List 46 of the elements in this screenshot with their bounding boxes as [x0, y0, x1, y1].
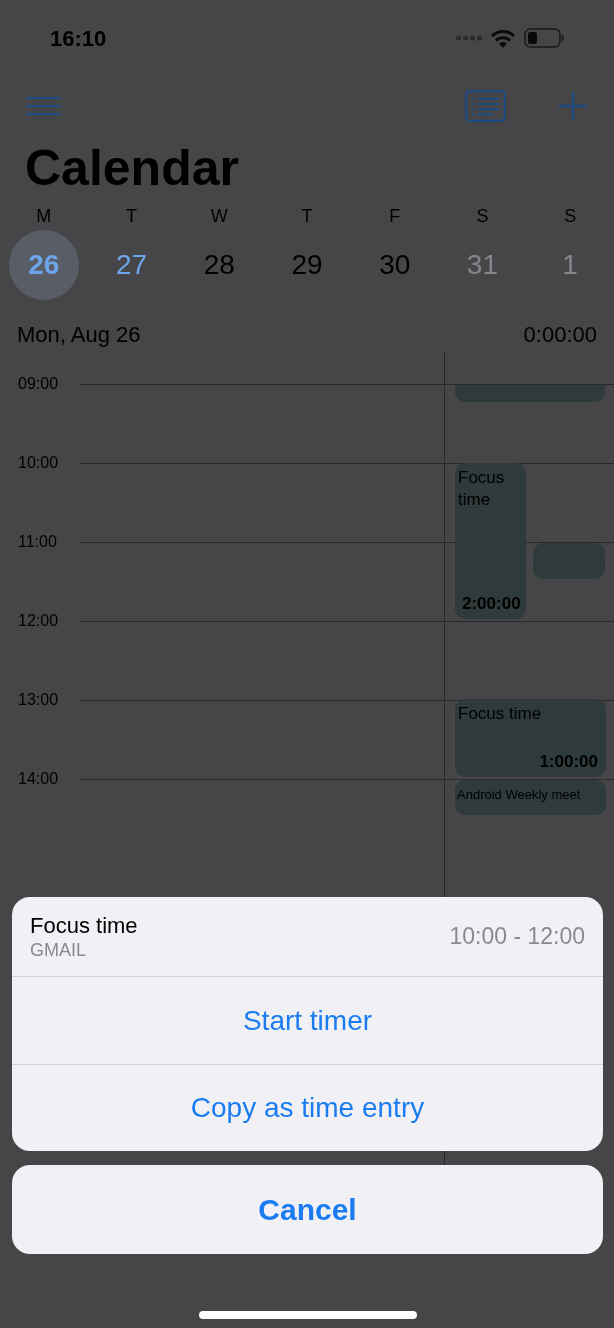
hour-label: 11:00 — [17, 534, 58, 550]
weekday-label: F — [389, 205, 401, 228]
day-button[interactable]: 26 — [8, 230, 79, 300]
wifi-icon — [490, 28, 516, 48]
hour-label: 12:00 — [17, 613, 60, 629]
signal-icon — [456, 35, 482, 41]
event-title: Focus time — [457, 703, 543, 725]
day-total: 0:00:00 — [523, 321, 597, 349]
weekday-label: M — [36, 205, 52, 228]
event-duration: 1:00:00 — [539, 751, 599, 773]
event-block[interactable]: Focus time 1:00:00 — [455, 699, 606, 777]
hour-label: 14:00 — [17, 771, 60, 787]
weekday-label: S — [564, 205, 577, 228]
event-duration: 2:00:00 — [461, 593, 522, 615]
weekday-label: T — [301, 205, 313, 228]
day-button[interactable]: 28 — [184, 230, 255, 300]
day-button[interactable]: 29 — [272, 230, 342, 300]
event-title: Android Weekly meet — [457, 786, 582, 804]
sheet-source: GMAIL — [30, 938, 87, 961]
sheet-time-range: 10:00 - 12:00 — [449, 922, 585, 952]
date-label: Mon, Aug 26 — [17, 321, 141, 349]
hour-label: 13:00 — [17, 692, 60, 708]
add-icon[interactable] — [558, 91, 588, 121]
weekday-label: S — [476, 205, 489, 228]
day-button[interactable]: 31 — [447, 230, 518, 300]
sheet-title: Focus time — [30, 912, 138, 939]
hour-label: 10:00 — [17, 455, 60, 471]
status-time: 16:10 — [50, 24, 107, 53]
page-title: Calendar — [24, 139, 240, 198]
event-block[interactable] — [533, 543, 605, 579]
event-block[interactable] — [455, 385, 605, 402]
event-block[interactable]: Android Weekly meet — [455, 780, 606, 815]
day-button[interactable]: 27 — [96, 230, 167, 300]
event-block[interactable]: Focus time 2:00:00 — [455, 463, 526, 619]
list-icon[interactable] — [465, 90, 506, 122]
weekday-label: T — [126, 205, 138, 228]
action-button[interactable]: Copy as time entry — [12, 1064, 603, 1151]
cancel-button[interactable]: Cancel — [12, 1165, 603, 1254]
battery-icon — [524, 28, 564, 48]
day-button[interactable]: 1 — [535, 230, 606, 300]
event-title: Focus time — [457, 467, 506, 511]
weekday-label: W — [210, 205, 228, 228]
action-button[interactable]: Start timer — [12, 977, 603, 1064]
menu-icon[interactable] — [26, 96, 61, 116]
hour-label: 09:00 — [17, 376, 60, 392]
day-button[interactable]: 30 — [359, 230, 430, 300]
